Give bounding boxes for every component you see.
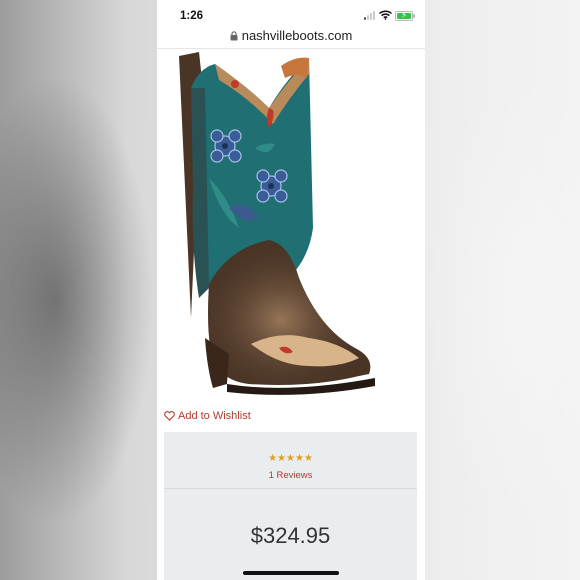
cellular-signal-icon <box>364 11 377 20</box>
status-time: 1:26 <box>180 10 204 22</box>
home-indicator <box>243 571 339 575</box>
wishlist-label: Add to Wishlist <box>178 410 251 422</box>
product-price: $324.95 <box>250 523 331 548</box>
status-bar: 1:26 ⚡ <box>157 0 425 26</box>
product-info-card: ★★★★★ 1 Reviews $324.95 <box>164 432 417 580</box>
rating-block: ★★★★★ 1 Reviews <box>164 448 417 481</box>
wifi-icon <box>379 10 392 20</box>
rating-stars-icon: ★★★★★ <box>268 453 313 464</box>
add-to-wishlist-link[interactable]: Add to Wishlist <box>164 410 251 422</box>
heart-icon <box>164 411 175 421</box>
product-image[interactable] <box>169 48 397 400</box>
reviews-link[interactable]: 1 Reviews <box>164 470 417 481</box>
url-text: nashvilleboots.com <box>241 28 353 43</box>
lock-icon <box>230 30 238 40</box>
phone-screen: 1:26 ⚡ nashvilleboots.com Add to Wishlis… <box>157 0 425 580</box>
battery-icon: ⚡ <box>395 10 415 21</box>
address-bar[interactable]: nashvilleboots.com <box>157 26 425 49</box>
divider <box>164 488 417 489</box>
